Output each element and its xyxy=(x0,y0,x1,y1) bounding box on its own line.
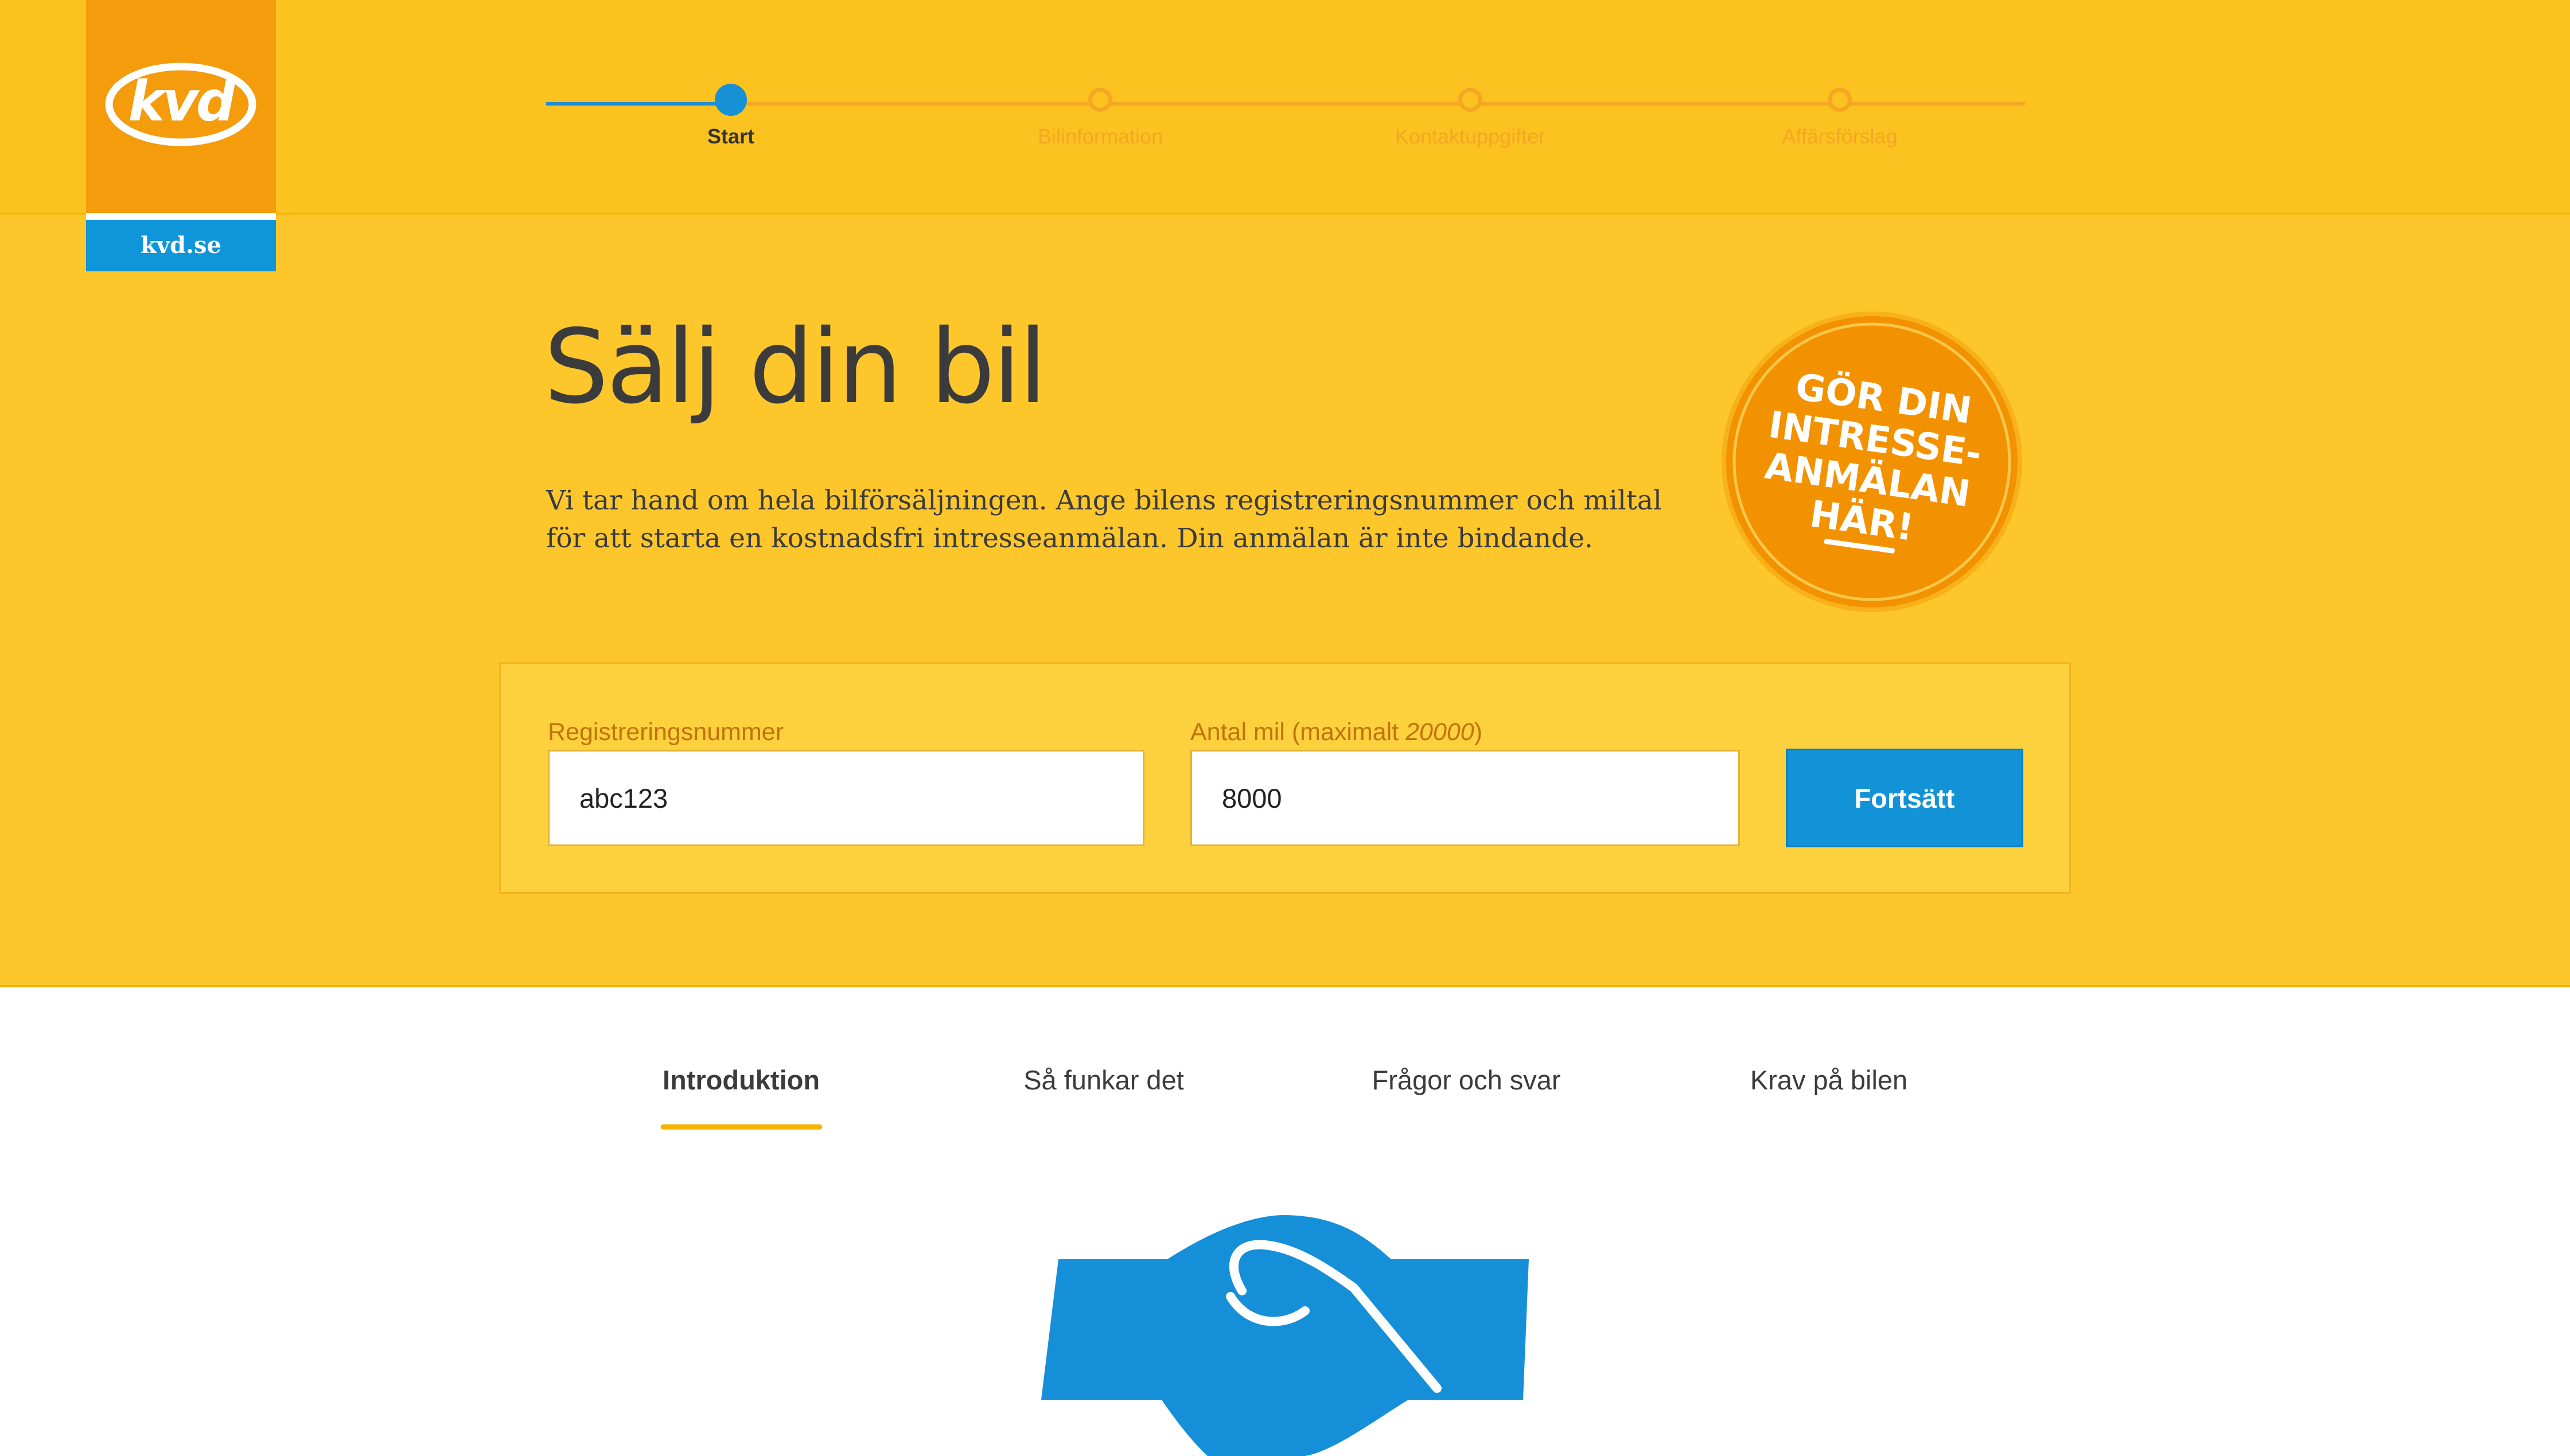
step-affarsforslag: Affärsförslag xyxy=(1754,88,1926,149)
page-title: Sälj din bil xyxy=(544,307,1047,426)
reg-number-label: Registreringsnummer xyxy=(548,718,784,746)
mileage-label-end: ) xyxy=(1474,718,1483,746)
step-label: Bilinformation xyxy=(1037,124,1163,148)
handshake-icon xyxy=(1041,1215,1529,1456)
mileage-input[interactable] xyxy=(1190,750,1740,846)
tab-fragor-och-svar[interactable]: Frågor och svar xyxy=(1294,1064,1638,1096)
step-dot xyxy=(1828,88,1852,112)
continue-button[interactable]: Fortsätt xyxy=(1786,749,2023,847)
step-label: Kontaktuppgifter xyxy=(1395,124,1546,148)
logo-divider xyxy=(86,213,276,220)
step-dot xyxy=(1458,88,1482,112)
mileage-label-text: Antal mil (maximalt xyxy=(1190,718,1406,746)
mileage-max-value: 20000 xyxy=(1405,718,1474,746)
kvd-logo-link[interactable]: kvd xyxy=(86,0,276,213)
interest-badge[interactable]: GÖR DIN INTRESSE- ANMÄLAN HÄR! xyxy=(1720,310,2024,614)
hero-intro-text: Vi tar hand om hela bilförsäljningen. An… xyxy=(546,485,1662,554)
info-tabs: Introduktion Så funkar det Frågor och sv… xyxy=(0,1064,2570,1133)
step-dot-active xyxy=(715,84,747,116)
step-dot xyxy=(1088,88,1112,112)
progress-stepper: Start Bilinformation Kontaktuppgifter Af… xyxy=(546,80,2025,172)
step-kontaktuppgifter: Kontaktuppgifter xyxy=(1384,88,1556,149)
tab-krav-pa-bilen[interactable]: Krav på bilen xyxy=(1657,1064,2001,1096)
logo-text: kvd xyxy=(128,69,236,134)
kvd-site-link[interactable]: kvd.se xyxy=(86,220,276,271)
mileage-label: Antal mil (maximalt 20000) xyxy=(1190,718,1482,746)
reg-number-input[interactable] xyxy=(548,750,1144,846)
tab-introduktion[interactable]: Introduktion xyxy=(569,1064,913,1096)
tab-sa-funkar-det[interactable]: Så funkar det xyxy=(932,1064,1276,1096)
registration-form: Registreringsnummer Antal mil (maximalt … xyxy=(499,662,2071,894)
step-label: Start xyxy=(707,124,755,148)
kvd-logo-icon: kvd xyxy=(105,63,256,146)
step-label: Affärsförslag xyxy=(1782,124,1898,148)
active-tab-indicator xyxy=(661,1124,822,1130)
step-start: Start xyxy=(645,84,817,149)
step-bilinformation: Bilinformation xyxy=(1014,88,1186,149)
